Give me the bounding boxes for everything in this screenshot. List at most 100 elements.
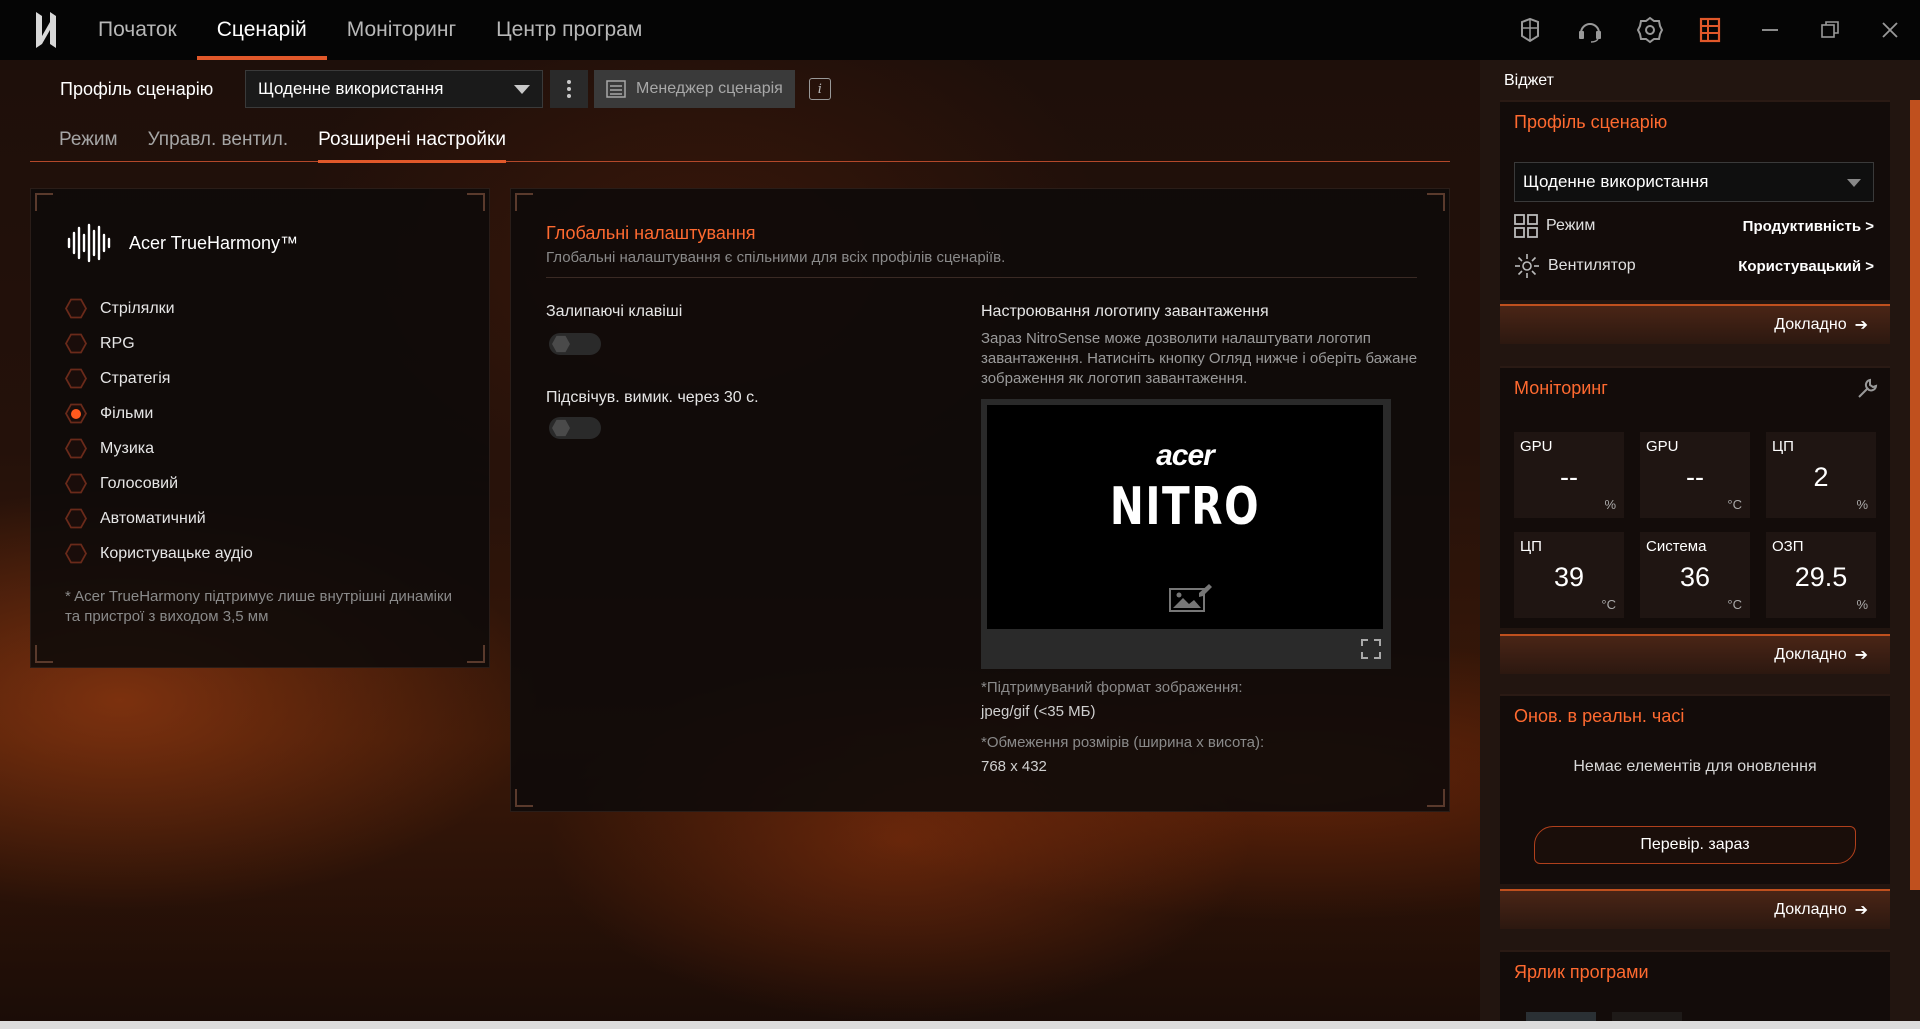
scenario-tabs: Режим Управл. вентил. Розширені настройк… [30, 120, 1450, 163]
tile-value: -- [1560, 462, 1578, 492]
info-icon[interactable]: i [808, 78, 831, 100]
tile-label: GPU [1520, 438, 1553, 455]
global-settings-panel: Глобальні налаштування Глобальні налашту… [510, 188, 1450, 812]
more-label: Докладно [1774, 901, 1847, 918]
tile-value: 39 [1553, 562, 1585, 592]
backlight-timeout-toggle[interactable] [549, 417, 601, 439]
tile-value: 2 [1813, 462, 1829, 492]
taskbar-edge [0, 1021, 1920, 1029]
widget-monitoring-title: Моніторинг [1514, 378, 1608, 398]
widget-mode-row[interactable]: Режим Продуктивність > [1514, 212, 1874, 240]
widget-fan-row[interactable]: Вентилятор Користувацький > [1514, 252, 1874, 280]
panel-corner [467, 645, 485, 663]
close-icon[interactable] [1860, 0, 1920, 60]
widget-shortcut-card: Ярлик програми [1500, 950, 1890, 1023]
restore-icon[interactable] [1800, 0, 1860, 60]
chevron-right-icon: > [1865, 257, 1874, 275]
widget-profile-more-button[interactable]: Докладно ➔ [1500, 304, 1890, 344]
panel-corner [515, 193, 533, 211]
audio-mode-strategy[interactable]: Стратегія [65, 361, 253, 396]
wrench-icon[interactable] [1856, 378, 1878, 400]
radio-icon [65, 508, 87, 529]
tile-unit: % [1856, 497, 1868, 512]
scenario-profile-row: Профіль сценарію Щоденне використання Ме… [60, 70, 831, 108]
gpu-temp-tile: GPU -- °C [1640, 432, 1750, 518]
audio-mode-list: Стрілялки RPG Стратегія Фільми Музика Го… [65, 291, 253, 571]
main-nav: Початок Сценарій Моніторинг Центр програ… [80, 0, 662, 60]
preview-product-text: NITRO [1109, 477, 1261, 537]
audio-mode-rpg[interactable]: RPG [65, 326, 253, 361]
arrow-right-icon: ➔ [1854, 317, 1868, 334]
no-updates-text: Немає елементів для оновлення [1573, 758, 1817, 775]
boot-logo-preview-frame[interactable]: acer NITRO [981, 399, 1391, 669]
format-value: jpeg/gif (<35 МБ) [981, 703, 1096, 720]
nav-app-center[interactable]: Центр програм [476, 0, 662, 60]
dot-icon [567, 94, 571, 98]
image-edit-icon[interactable] [1169, 583, 1213, 613]
audio-mode-custom[interactable]: Користувацьке аудіо [65, 536, 253, 571]
widget-fan-value: Користувацький [1738, 257, 1862, 275]
scenario-profile-select[interactable]: Щоденне використання [245, 70, 543, 108]
tile-label: GPU [1646, 438, 1679, 455]
audio-mode-voice[interactable]: Голосовий [65, 466, 253, 501]
more-label: Докладно [1774, 646, 1847, 663]
nitro-logo-icon [36, 12, 56, 48]
panel-corner [467, 193, 485, 211]
radio-icon [65, 543, 87, 564]
boot-logo-preview: acer NITRO [987, 405, 1383, 629]
audio-mode-label: Музика [100, 439, 155, 457]
nav-scenario[interactable]: Сценарій [196, 0, 327, 60]
nav-monitoring[interactable]: Моніторинг [327, 0, 476, 60]
cpu-temp-tile: ЦП 39 °C [1514, 532, 1624, 618]
widget-updates-more-button[interactable]: Докладно ➔ [1500, 889, 1890, 929]
audio-mode-movies[interactable]: Фільми [65, 396, 253, 431]
audio-mode-label: Стрілялки [100, 299, 175, 317]
widget-profile-select[interactable]: Щоденне використання [1514, 162, 1874, 202]
scenario-manager-button[interactable]: Менеджер сценарія [594, 70, 795, 108]
audio-mode-auto[interactable]: Автоматичний [65, 501, 253, 536]
chevron-down-icon [514, 85, 530, 94]
grid-mode-icon [1514, 214, 1538, 238]
panel-corner [515, 789, 533, 807]
minimize-icon[interactable] [1740, 0, 1800, 60]
widget-profile-value: Щоденне використання [1523, 172, 1709, 191]
widget-monitoring-more-button[interactable]: Докладно ➔ [1500, 634, 1890, 674]
tab-mode[interactable]: Режим [30, 120, 148, 161]
scenario-profile-value: Щоденне використання [258, 79, 444, 98]
radio-icon [65, 368, 87, 389]
widget-panel-icon[interactable] [1680, 0, 1740, 60]
widget-scrollbar[interactable] [1910, 100, 1920, 890]
tile-value: 36 [1679, 562, 1711, 592]
tile-label: Система [1646, 538, 1707, 555]
tab-fan-control[interactable]: Управл. вентил. [148, 120, 319, 161]
tile-unit: % [1856, 597, 1868, 612]
radio-icon [65, 473, 87, 494]
format-label: *Підтримуваний формат зображення: [981, 679, 1243, 696]
audio-mode-shooter[interactable]: Стрілялки [65, 291, 253, 326]
settings-icon[interactable] [1620, 0, 1680, 60]
widget-mode-label: Режим [1546, 217, 1596, 234]
check-now-button[interactable]: Перевір. зараз [1534, 826, 1856, 864]
audio-mode-music[interactable]: Музика [65, 431, 253, 466]
more-options-button[interactable] [550, 70, 588, 108]
monitoring-tiles: GPU --% GPU -- °C ЦП 2% ЦП 39 °C Система 36 °C О… [1514, 432, 1876, 618]
arrow-right-icon: ➔ [1854, 647, 1868, 664]
widget-shortcut-title: Ярлик програми [1514, 962, 1649, 982]
headset-icon[interactable] [1560, 0, 1620, 60]
window-controls [1500, 0, 1920, 60]
tile-unit: °C [1727, 597, 1742, 612]
keyboard-lighting-icon[interactable] [1500, 0, 1560, 60]
widget-sidebar: Віджет Профіль сценарію Щоденне використ… [1480, 60, 1920, 1023]
fullscreen-icon[interactable] [1361, 639, 1381, 659]
title-bar: Початок Сценарій Моніторинг Центр програ… [0, 0, 1920, 60]
panel-corner [35, 193, 53, 211]
widget-title: Віджет [1504, 72, 1554, 89]
audio-mode-label: Голосовий [100, 474, 179, 492]
tab-advanced-settings[interactable]: Розширені настройки [318, 120, 536, 163]
arrow-right-icon: ➔ [1854, 902, 1868, 919]
audio-mode-label: Стратегія [100, 369, 171, 387]
cpu-usage-tile: ЦП 2% [1766, 432, 1876, 518]
scenario-manager-label: Менеджер сценарія [636, 80, 783, 97]
nav-home[interactable]: Початок [80, 0, 197, 60]
sticky-keys-toggle[interactable] [549, 333, 601, 355]
